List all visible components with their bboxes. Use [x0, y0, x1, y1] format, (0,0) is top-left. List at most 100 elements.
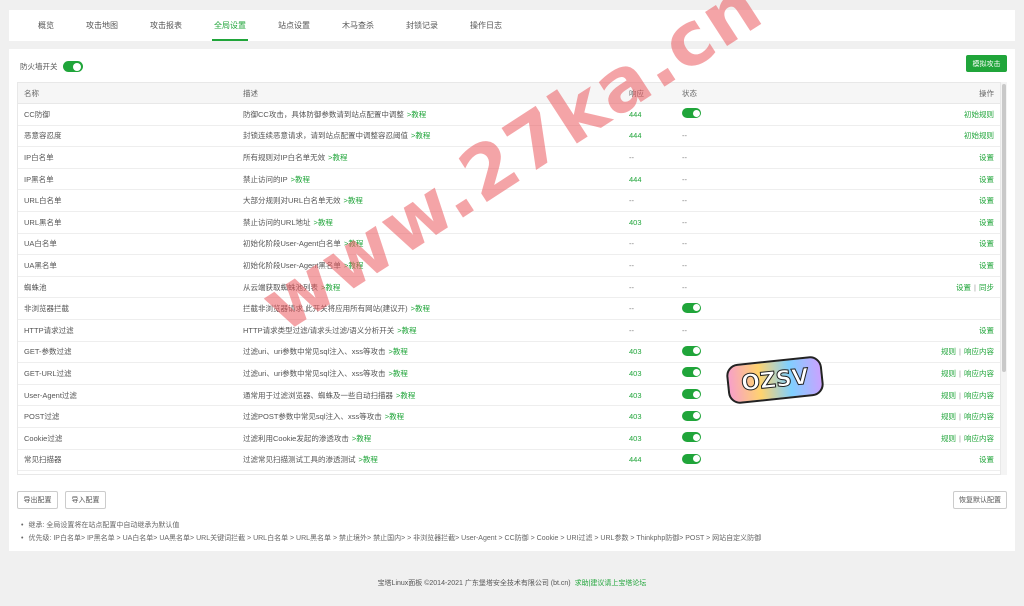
tab-7[interactable]: 操作日志: [454, 10, 518, 41]
tutorial-link[interactable]: >教程: [344, 196, 363, 205]
rule-toggle[interactable]: [682, 345, 701, 356]
header-name: 名称: [24, 88, 39, 98]
tutorial-link[interactable]: >教程: [344, 239, 363, 248]
action-link[interactable]: 初始规则: [964, 131, 994, 140]
action-separator: |: [959, 433, 961, 443]
tutorial-link[interactable]: >教程: [385, 412, 404, 421]
table-row: POST过滤 过滤POST参数中常见sql注入、xss等攻击 >教程 403 规则 | 响应…: [18, 406, 1000, 428]
action-link[interactable]: 初始规则: [964, 110, 994, 119]
export-config-button[interactable]: 导出配置: [17, 491, 58, 509]
rule-toggle[interactable]: [682, 302, 701, 313]
rule-toggle[interactable]: [682, 410, 701, 421]
firewall-switch-row: 防火墙开关: [20, 61, 83, 72]
rule-name: GET-URL过滤: [24, 368, 72, 378]
rule-status: [672, 410, 782, 423]
tab-5[interactable]: 木马查杀: [326, 10, 390, 41]
import-config-button[interactable]: 导入配置: [65, 491, 106, 509]
table-row: URL白名单 大部分规则对URL白名单无效 >教程 -- -- 设置: [18, 190, 1000, 212]
action-link[interactable]: 规则: [941, 391, 956, 400]
tab-3[interactable]: 全局设置: [198, 10, 262, 41]
action-link[interactable]: 设置: [979, 153, 994, 162]
rule-toggle[interactable]: [682, 432, 701, 443]
tutorial-link[interactable]: >教程: [396, 391, 415, 400]
table-row: 常见扫描器 过滤常见扫描测试工具的渗透测试 >教程 444 设置: [18, 450, 1000, 472]
action-link[interactable]: 规则: [941, 412, 956, 421]
tutorial-link[interactable]: >教程: [389, 369, 408, 378]
action-link[interactable]: 设置: [979, 261, 994, 270]
simulate-attack-button[interactable]: 模拟攻击: [966, 55, 1007, 72]
rule-response-code: --: [629, 325, 634, 335]
tutorial-link[interactable]: >教程: [411, 131, 430, 140]
tab-6[interactable]: 封锁记录: [390, 10, 454, 41]
tutorial-link[interactable]: >教程: [389, 347, 408, 356]
firewall-toggle[interactable]: [62, 61, 83, 72]
rule-description: 初始化阶段User-Agent白名单 >教程: [237, 238, 615, 249]
rule-description: 禁止访问的IP >教程: [237, 174, 615, 185]
tutorial-link[interactable]: >教程: [321, 283, 340, 292]
footer-forum-link[interactable]: 求助|建议请上宝塔论坛: [575, 580, 647, 587]
rule-actions: 设置: [782, 454, 1000, 465]
action-link[interactable]: 设置: [979, 455, 994, 464]
action-link[interactable]: 规则: [941, 369, 956, 378]
table-scrollbar[interactable]: [1001, 82, 1007, 475]
rule-description: 过滤利用Cookie发起的渗透攻击 >教程: [237, 433, 615, 444]
rule-status: --: [682, 174, 687, 184]
rule-response-code: 403: [629, 217, 642, 227]
header-status: 状态: [682, 88, 697, 98]
tutorial-link[interactable]: >教程: [407, 110, 426, 119]
tutorial-link[interactable]: >教程: [359, 455, 378, 464]
rule-actions: 设置: [782, 217, 1000, 228]
action-link[interactable]: 同步: [979, 283, 994, 292]
rule-response-code: 444: [629, 109, 642, 119]
action-link[interactable]: 响应内容: [964, 434, 994, 443]
action-separator: |: [959, 390, 961, 400]
rule-status: [672, 108, 782, 120]
table-row: GET-参数过滤 过滤uri、uri参数中常见sql注入、xss等攻击 >教程 403…: [18, 342, 1000, 364]
rule-response-code: 403: [629, 390, 642, 400]
rule-toggle[interactable]: [682, 367, 701, 378]
tutorial-link[interactable]: >教程: [291, 175, 310, 184]
rule-description: 过滤常见扫描测试工具的渗透测试 >教程: [237, 454, 615, 465]
action-link[interactable]: 响应内容: [964, 412, 994, 421]
action-link[interactable]: 规则: [941, 434, 956, 443]
tab-4[interactable]: 站点设置: [262, 10, 326, 41]
action-link[interactable]: 设置: [956, 283, 971, 292]
action-link[interactable]: 设置: [979, 326, 994, 335]
action-link[interactable]: 设置: [979, 239, 994, 248]
tutorial-link[interactable]: >教程: [344, 261, 363, 270]
scrollbar-thumb[interactable]: [1002, 84, 1006, 372]
rule-status: --: [682, 152, 687, 162]
description-text: HTTP请求类型过滤/请求头过滤/语义分析开关: [243, 325, 395, 335]
table-row: GET-URL过滤 过滤uri、uri参数中常见sql注入、xss等攻击 >教程 40…: [18, 363, 1000, 385]
action-link[interactable]: 响应内容: [964, 369, 994, 378]
note-inherit: 继承: 全局设置将在站点配置中自动继承为默认值: [21, 520, 761, 533]
action-link[interactable]: 响应内容: [964, 391, 994, 400]
tutorial-link[interactable]: >教程: [397, 326, 416, 335]
tutorial-link[interactable]: >教程: [411, 304, 430, 313]
tab-2[interactable]: 攻击报表: [134, 10, 198, 41]
tutorial-link[interactable]: >教程: [352, 434, 371, 443]
rule-toggle[interactable]: [682, 108, 701, 119]
tab-1[interactable]: 攻击地图: [70, 10, 134, 41]
top-tab-bar: 概览 攻击地图 攻击报表 全局设置 站点设置 木马查杀 封锁记录 操作日志: [9, 10, 1015, 41]
rule-status: --: [682, 239, 687, 249]
page-footer: 宝塔Linux面板 ©2014-2021 广东堡塔安全技术有限公司 (bt.cn…: [0, 578, 1024, 588]
tutorial-link[interactable]: >教程: [328, 153, 347, 162]
tab-0[interactable]: 概览: [22, 10, 70, 41]
action-link[interactable]: 响应内容: [964, 347, 994, 356]
rule-response-code: 444: [629, 174, 642, 184]
rule-description: HTTP请求类型过滤/请求头过滤/语义分析开关 >教程: [237, 325, 615, 336]
tutorial-link[interactable]: >教程: [314, 218, 333, 227]
action-link[interactable]: 设置: [979, 196, 994, 205]
table-row: HTTP请求过滤 HTTP请求类型过滤/请求头过滤/语义分析开关 >教程 -- -- 设置: [18, 320, 1000, 342]
rule-response-code: --: [629, 239, 634, 249]
action-link[interactable]: 设置: [979, 218, 994, 227]
action-link[interactable]: 设置: [979, 175, 994, 184]
restore-default-button[interactable]: 恢复默认配置: [953, 491, 1007, 509]
rule-actions: 初始规则: [782, 130, 1000, 141]
rule-response-code: 403: [629, 347, 642, 357]
rule-toggle[interactable]: [682, 453, 701, 464]
action-link[interactable]: 规则: [941, 347, 956, 356]
table-row: 非浏览器拦截 拦截非浏览器请求,此开关将应用所有网站(建议开) >教程 --: [18, 298, 1000, 320]
rule-toggle[interactable]: [682, 389, 701, 400]
